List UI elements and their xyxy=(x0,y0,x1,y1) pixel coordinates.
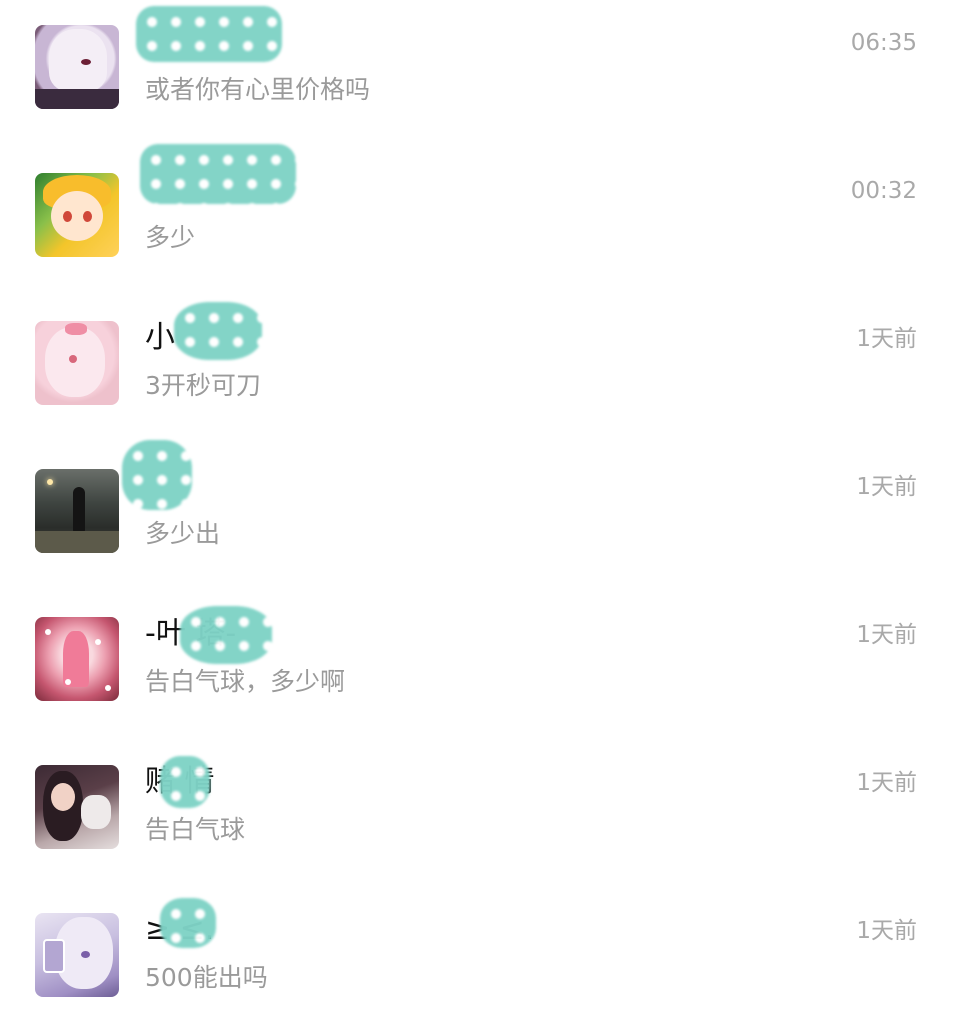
message-time: 1天前 xyxy=(856,770,917,796)
chat-item[interactable]: 赌 情 告白气球 1天前 xyxy=(0,740,953,888)
chat-list: 或者你有心里价格吗 06:35 多少 00:32 小 3开秒可刀 1天前 多少出… xyxy=(0,0,953,1000)
message-time: 1天前 xyxy=(856,622,917,648)
redaction-mask xyxy=(174,302,262,360)
avatar[interactable] xyxy=(35,617,119,701)
redaction-mask xyxy=(160,756,210,808)
message-time: 1天前 xyxy=(856,326,917,352)
message-preview: 3开秒可刀 xyxy=(145,371,261,400)
redaction-mask xyxy=(136,6,282,62)
chat-item[interactable]: 小 3开秒可刀 1天前 xyxy=(0,296,953,444)
avatar[interactable] xyxy=(35,321,119,405)
avatar[interactable] xyxy=(35,469,119,553)
avatar[interactable] xyxy=(35,173,119,257)
redaction-mask xyxy=(160,898,216,948)
message-preview: 多少 xyxy=(145,223,196,252)
message-preview: 或者你有心里价格吗 xyxy=(145,75,371,104)
message-preview: 500能出吗 xyxy=(145,963,268,992)
avatar[interactable] xyxy=(35,913,119,997)
redaction-mask xyxy=(122,440,192,510)
contact-name: 小 xyxy=(145,320,175,355)
message-preview: 告白气球，多少啊 xyxy=(145,667,346,696)
message-time: 00:32 xyxy=(850,178,917,204)
redaction-mask xyxy=(140,144,296,204)
chat-item[interactable]: ≥ ≤. 500能出吗 1天前 xyxy=(0,888,953,1036)
message-time: 06:35 xyxy=(850,30,917,56)
redaction-mask xyxy=(180,606,272,664)
message-time: 1天前 xyxy=(856,474,917,500)
message-preview: 多少出 xyxy=(145,519,221,548)
avatar[interactable] xyxy=(35,25,119,109)
avatar[interactable] xyxy=(35,765,119,849)
message-time: 1天前 xyxy=(856,918,917,944)
chat-item[interactable]: -叶 塔- 告白气球，多少啊 1天前 xyxy=(0,592,953,740)
message-preview: 告白气球 xyxy=(145,815,246,844)
